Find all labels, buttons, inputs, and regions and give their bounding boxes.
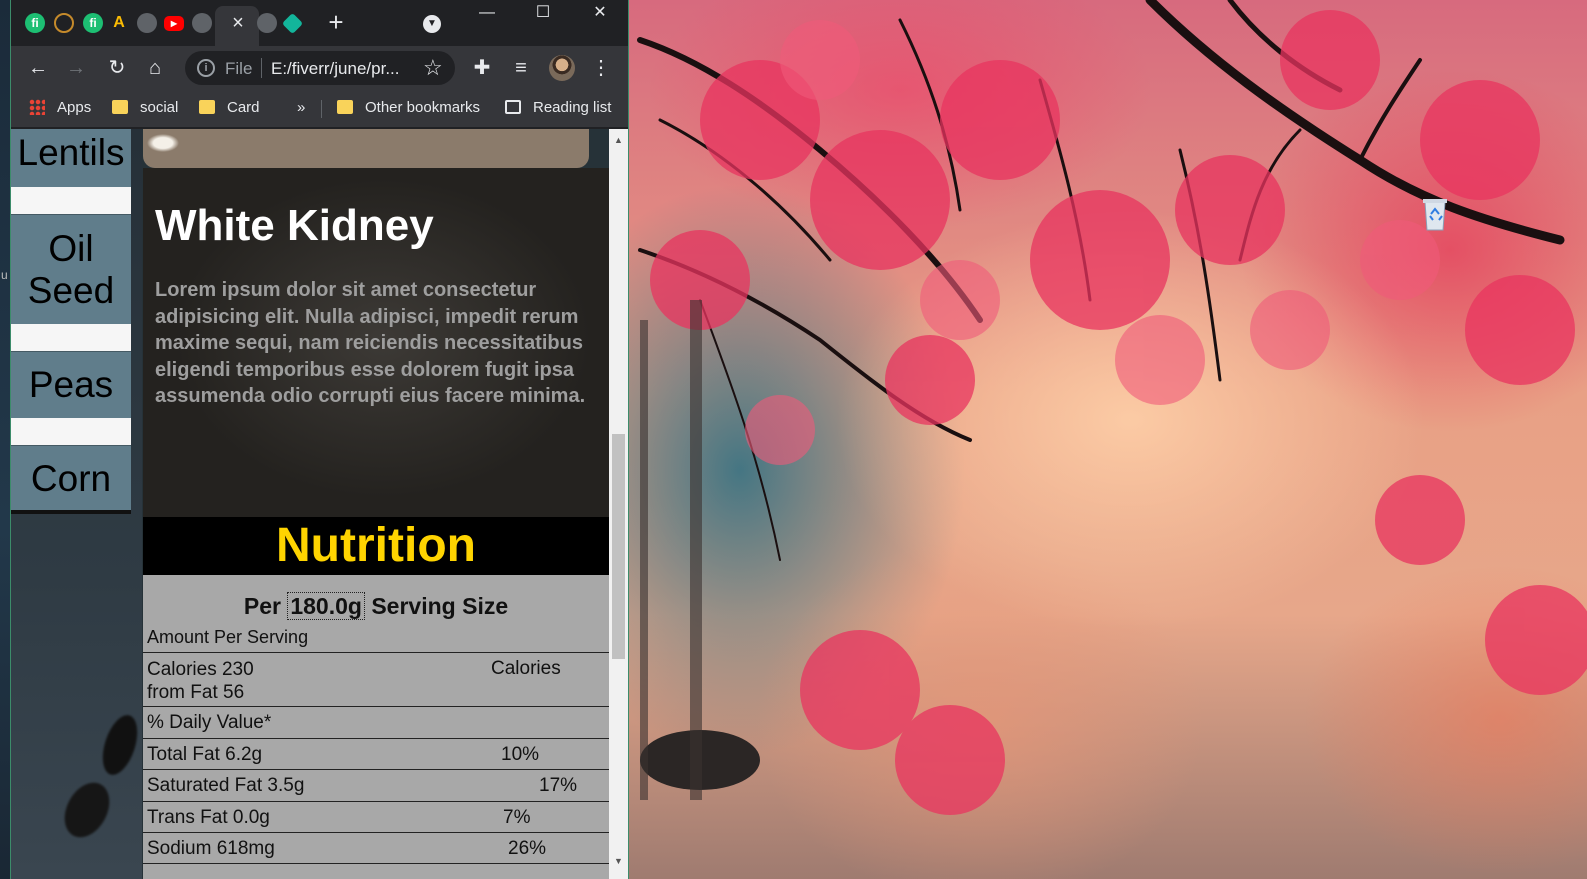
close-window-button[interactable]: ✕ bbox=[585, 4, 615, 24]
nav-gap bbox=[11, 187, 131, 214]
nutrition-heading: Nutrition bbox=[143, 517, 609, 575]
nutrient-label: Total Fat 6.2g bbox=[147, 744, 263, 765]
address-divider bbox=[261, 58, 262, 78]
daily-value-row: % Daily Value* bbox=[143, 706, 609, 738]
nutrient-value: 17% bbox=[539, 775, 578, 796]
menu-kebab-icon[interactable]: ⋮ bbox=[588, 55, 614, 81]
forward-arrow-icon[interactable]: → bbox=[63, 55, 89, 81]
bookmark-reading-list[interactable]: Reading list bbox=[505, 99, 611, 116]
youtube-favicon-icon[interactable]: ▶ bbox=[164, 16, 184, 31]
table-row: Saturated Fat 3.5g 17% bbox=[143, 769, 609, 801]
left-edge-text-fragment: u bbox=[1, 268, 8, 282]
product-card: White Kidney Lorem ipsum dolor sit amet … bbox=[143, 168, 609, 517]
nutrient-value: 10% bbox=[501, 744, 540, 765]
profile-avatar[interactable] bbox=[549, 55, 575, 81]
address-scheme-label: File bbox=[225, 59, 253, 78]
product-title: White Kidney bbox=[155, 201, 434, 250]
desktop-left-edge: u bbox=[0, 0, 10, 879]
nutrient-value: 7% bbox=[503, 807, 531, 828]
bookmark-card[interactable]: Card bbox=[199, 99, 260, 116]
page-scrollbar[interactable]: ▲ ▼ bbox=[609, 129, 628, 879]
nutrient-label: Sodium 618mg bbox=[147, 838, 275, 859]
white-kidney-beans-photo bbox=[143, 129, 589, 168]
media-control-icon[interactable]: ≡ bbox=[508, 55, 534, 81]
scroll-down-arrow-icon[interactable]: ▼ bbox=[613, 856, 624, 866]
maximize-button[interactable]: ☐ bbox=[528, 4, 558, 24]
nutrient-label: Saturated Fat 3.5g bbox=[147, 775, 305, 796]
bookmark-other[interactable]: Other bookmarks bbox=[337, 99, 480, 116]
daily-value-label: % Daily Value* bbox=[147, 712, 272, 733]
globe-favicon-icon[interactable] bbox=[257, 13, 277, 33]
table-row: Total Fat 6.2g 10% bbox=[143, 738, 609, 769]
serving-size-value[interactable]: 180.0g bbox=[287, 592, 365, 620]
tab-strip: fi fi A ▶ × + ▼ — ☐ ✕ bbox=[11, 0, 628, 46]
calories-row: Calories 230 from Fat 56 Calories bbox=[143, 652, 609, 706]
product-description: Lorem ipsum dolor sit amet consectetur a… bbox=[155, 279, 586, 408]
google-ads-favicon-icon[interactable]: A bbox=[109, 13, 129, 33]
address-url[interactable]: E:/fiverr/june/pr... bbox=[271, 59, 400, 79]
bookmark-star-icon[interactable]: ☆ bbox=[423, 55, 443, 81]
bookmarks-divider bbox=[321, 100, 322, 118]
table-row: Trans Fat 0.0g 7% bbox=[143, 801, 609, 832]
tab-search-icon[interactable]: ▼ bbox=[423, 15, 441, 33]
folder-icon bbox=[199, 100, 215, 114]
calories-label: Calories 230 from Fat 56 bbox=[147, 659, 254, 703]
nutrient-label: Trans Fat 0.0g bbox=[147, 807, 270, 828]
nav-item-peas[interactable]: Peas bbox=[11, 351, 131, 418]
nutrient-value: 26% bbox=[508, 838, 547, 859]
bookmark-social[interactable]: social bbox=[112, 99, 178, 116]
address-bar[interactable]: i File E:/fiverr/june/pr... ☆ bbox=[185, 51, 455, 85]
laurel-favicon-icon[interactable] bbox=[54, 13, 74, 33]
site-info-icon[interactable]: i bbox=[197, 59, 215, 77]
browser-window: fi fi A ▶ × + ▼ — ☐ ✕ ← → ↻ ⌂ i File E:/… bbox=[10, 0, 629, 879]
folder-icon bbox=[112, 100, 128, 114]
fiverr-favicon-icon[interactable]: fi bbox=[83, 13, 103, 33]
globe-favicon-icon[interactable] bbox=[192, 13, 212, 33]
browser-toolbar: ← → ↻ ⌂ i File E:/fiverr/june/pr... ☆ ✚ … bbox=[11, 46, 628, 90]
recycle-bin-icon[interactable] bbox=[1420, 196, 1450, 232]
apps-grid-icon bbox=[29, 99, 45, 115]
nav-item-corn[interactable]: Corn bbox=[11, 445, 131, 514]
bookmark-apps[interactable]: Apps bbox=[29, 99, 91, 116]
globe-favicon-icon[interactable] bbox=[137, 13, 157, 33]
serving-suffix: Serving Size bbox=[371, 593, 509, 619]
reading-list-icon bbox=[505, 100, 521, 114]
extensions-puzzle-icon[interactable]: ✚ bbox=[469, 55, 495, 81]
calories-right-label: Calories bbox=[491, 658, 561, 679]
serving-size-line: Per 180.0g Serving Size bbox=[143, 592, 609, 620]
folder-icon bbox=[337, 100, 353, 114]
minimize-button[interactable]: — bbox=[472, 4, 502, 24]
scrollbar-thumb[interactable] bbox=[612, 434, 625, 659]
bookmarks-overflow-chevron[interactable]: » bbox=[297, 99, 305, 116]
home-icon[interactable]: ⌂ bbox=[142, 55, 168, 81]
serving-prefix: Per bbox=[243, 593, 281, 619]
nav-item-lentils[interactable]: Lentils bbox=[11, 129, 131, 187]
bookmarks-bar: Apps social Card » Other bookmarks Readi… bbox=[11, 90, 628, 128]
page-viewport: Lentils Oil Seed Peas Corn White Kidney … bbox=[11, 129, 609, 879]
nav-item-oil-seed[interactable]: Oil Seed bbox=[11, 214, 131, 324]
back-arrow-icon[interactable]: ← bbox=[25, 55, 51, 81]
nav-gap bbox=[11, 418, 131, 445]
nutrition-table: Per 180.0g Serving Size Amount Per Servi… bbox=[143, 575, 609, 879]
close-tab-icon[interactable]: × bbox=[227, 11, 249, 35]
table-row: Sodium 618mg 26% bbox=[143, 832, 609, 864]
scroll-up-arrow-icon[interactable]: ▲ bbox=[613, 135, 624, 145]
fiverr-favicon-icon[interactable]: fi bbox=[25, 13, 45, 33]
new-tab-button[interactable]: + bbox=[323, 9, 349, 36]
amount-per-serving-label: Amount Per Serving bbox=[147, 627, 309, 647]
reload-icon[interactable]: ↻ bbox=[104, 55, 130, 81]
diamond-favicon-icon[interactable] bbox=[281, 12, 304, 35]
nav-gap bbox=[11, 324, 131, 351]
